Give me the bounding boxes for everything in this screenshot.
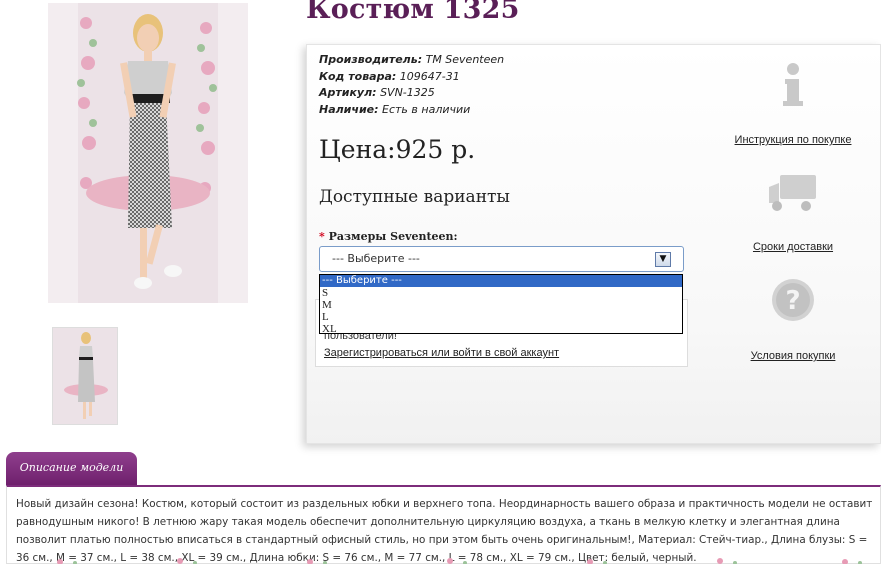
size-option[interactable]: M <box>320 299 682 311</box>
conditions-block[interactable]: ? Условия покупки <box>743 278 843 362</box>
size-select-value: --- Выберите --- <box>332 252 420 265</box>
spec-manufacturer: Производитель: ТМ Seventeen <box>319 52 504 69</box>
size-dropdown-list[interactable]: --- Выберите --- S M L XL <box>319 274 683 335</box>
truck-icon <box>769 175 816 211</box>
size-option[interactable]: S <box>320 287 682 299</box>
spec-availability: Наличие: Есть в наличии <box>319 102 504 119</box>
svg-text:?: ? <box>785 286 800 316</box>
chevron-down-icon[interactable]: ▼ <box>655 252 671 267</box>
spec-product-code: Код товара: 109647-31 <box>319 69 504 86</box>
spec-article: Артикул: SVN-1325 <box>319 85 504 102</box>
variants-heading: Доступные варианты <box>319 187 510 207</box>
spec-value: SVN-1325 <box>380 86 435 99</box>
spec-label: Наличие: <box>319 102 379 116</box>
tab-description[interactable]: Описание модели <box>6 452 137 486</box>
product-photo-illustration <box>48 3 248 303</box>
size-option[interactable]: L <box>320 311 682 323</box>
product-price: Цена:925 р. <box>319 135 476 164</box>
spec-label: Артикул: <box>319 86 377 99</box>
size-option[interactable]: XL <box>320 323 682 335</box>
floral-border-decoration <box>57 558 862 564</box>
spec-value: ТМ Seventeen <box>425 53 505 66</box>
delivery-link[interactable]: Сроки доставки <box>743 241 843 253</box>
product-info-panel: Производитель: ТМ Seventeen Код товара: … <box>306 44 881 444</box>
instructions-block[interactable]: Инструкция по покупке <box>729 63 857 146</box>
size-label-text: Размеры Seventeen: <box>328 230 458 243</box>
size-option[interactable]: --- Выберите --- <box>320 275 682 287</box>
product-title: Костюм 1325 <box>306 0 520 25</box>
description-panel: Новый дизайн сезона! Костюм, который сос… <box>6 485 881 564</box>
register-login-link[interactable]: Зарегистрироваться или войти в свой акка… <box>324 347 559 359</box>
description-text: Новый дизайн сезона! Костюм, который сос… <box>16 498 873 564</box>
delivery-block[interactable]: Сроки доставки <box>743 173 843 253</box>
spec-label: Производитель: <box>319 53 423 66</box>
required-mark: * <box>319 230 325 243</box>
product-thumbnail[interactable] <box>52 327 118 425</box>
spec-label: Код товара: <box>319 69 397 83</box>
spec-value: 109647-31 <box>399 69 460 83</box>
size-label: * Размеры Seventeen: <box>319 230 458 243</box>
thumbnail-illustration <box>53 328 117 424</box>
product-main-photo[interactable] <box>48 3 248 303</box>
question-icon: ? <box>772 279 814 321</box>
info-icon <box>783 63 803 106</box>
size-select[interactable]: --- Выберите --- ▼ <box>319 246 684 272</box>
instructions-link[interactable]: Инструкция по покупке <box>729 134 857 146</box>
product-specs: Производитель: ТМ Seventeen Код товара: … <box>319 52 504 118</box>
conditions-link[interactable]: Условия покупки <box>743 350 843 362</box>
spec-value: Есть в наличии <box>382 102 471 116</box>
